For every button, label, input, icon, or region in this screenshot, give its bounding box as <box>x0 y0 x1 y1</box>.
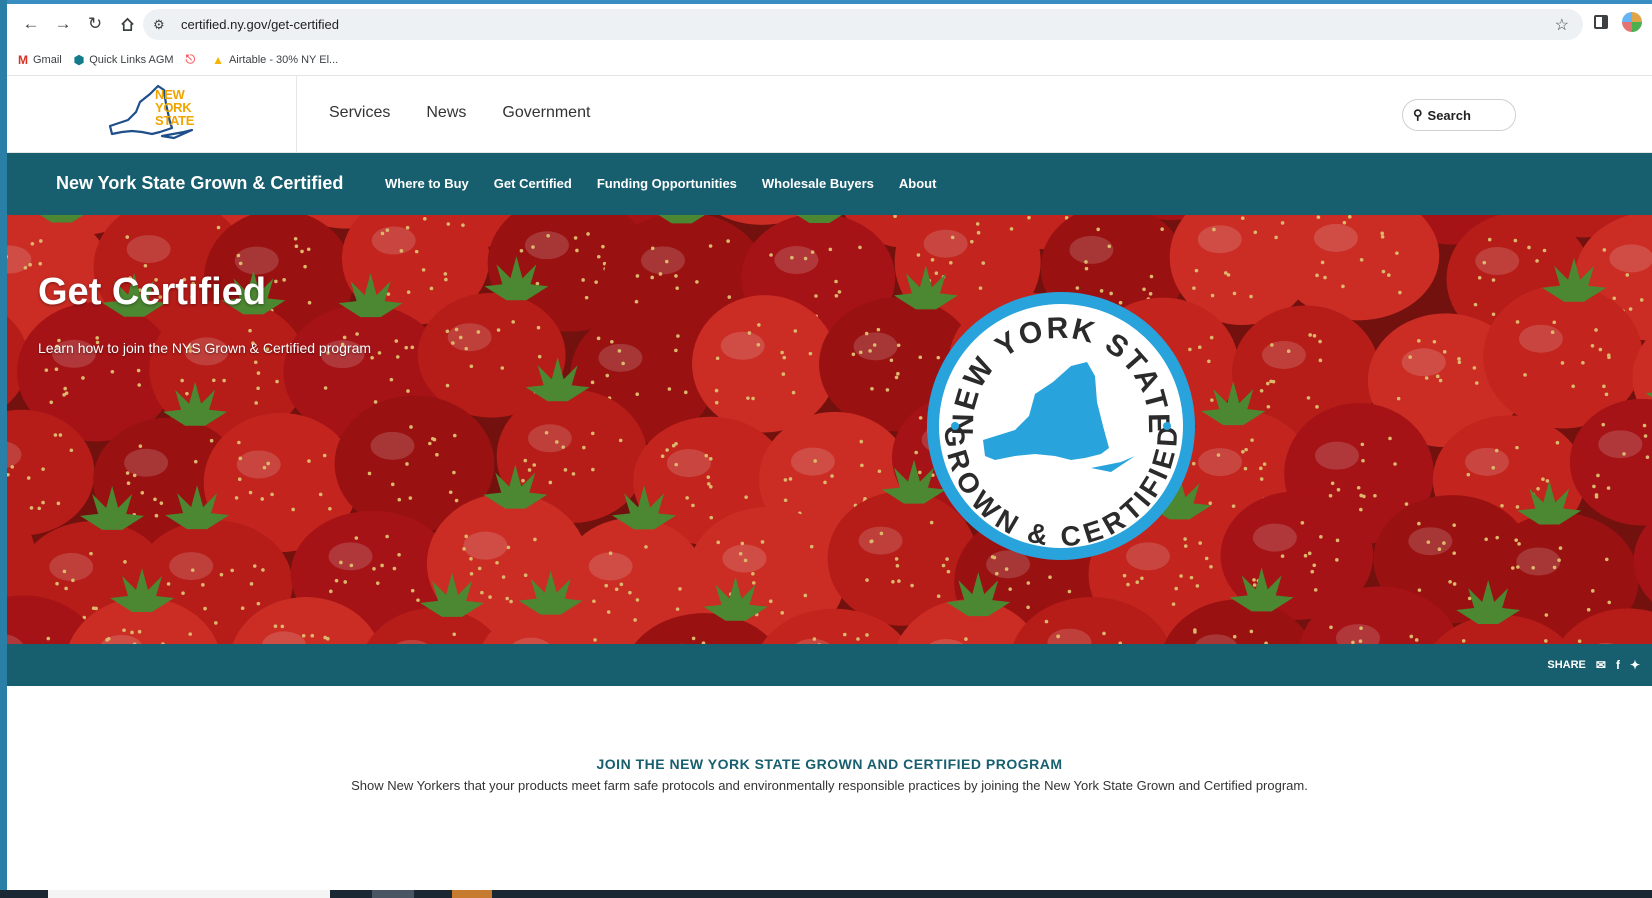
grown-certified-seal: NEW YORK STATE GROWN & CERTIFIED <box>927 292 1195 560</box>
twitter-icon[interactable]: ✦ <box>1630 658 1640 672</box>
airtable-icon: ▲ <box>212 52 224 67</box>
url-text[interactable]: certified.ny.gov/get-certified <box>181 17 339 32</box>
bookmark-label: Airtable - 30% NY El... <box>228 53 339 66</box>
hero-banner: Get Certified Learn how to join the NYS … <box>7 215 1652 644</box>
taskbar-app-icon[interactable] <box>452 890 492 898</box>
section-body: Show New Yorkers that your products meet… <box>351 778 1308 793</box>
side-panel-icon[interactable] <box>1594 15 1608 29</box>
nav-get-certified[interactable]: Get Certified <box>494 176 572 191</box>
bookmark-gmail[interactable]: M Gmail <box>18 53 62 67</box>
section-heading: JOIN THE NEW YORK STATE GROWN AND CERTIF… <box>596 756 1063 772</box>
nav-where-to-buy[interactable]: Where to Buy <box>385 176 469 191</box>
airbnb-icon: ⎋ <box>185 52 196 66</box>
nav-services[interactable]: Services <box>329 104 390 122</box>
search-label: Search <box>1427 107 1471 123</box>
program-title[interactable]: New York State Grown & Certified <box>56 173 343 194</box>
email-icon[interactable]: ✉ <box>1596 658 1606 672</box>
nys-logo-link[interactable]: NEW YORK STATE <box>7 76 297 153</box>
site-settings-icon[interactable]: ⚙ <box>153 17 173 33</box>
taskbar-app-icon[interactable] <box>372 890 414 898</box>
search-icon: ⚲ <box>1413 107 1423 122</box>
program-links: Where to Buy Get Certified Funding Oppor… <box>385 176 936 191</box>
bookmark-label: Gmail <box>33 53 62 66</box>
nav-funding-opportunities[interactable]: Funding Opportunities <box>597 176 737 191</box>
bookmark-star-icon[interactable]: ☆ <box>1555 15 1569 35</box>
nav-government[interactable]: Government <box>502 104 590 122</box>
bookmark-quick-links[interactable]: ⬢ Quick Links AGM <box>74 53 174 67</box>
facebook-icon[interactable]: f <box>1616 658 1620 672</box>
bookmarks-bar: M Gmail ⬢ Quick Links AGM ⎋ ▲ Airtable -… <box>7 44 1652 76</box>
profile-avatar[interactable] <box>1622 12 1642 32</box>
reload-icon[interactable]: ↻ <box>81 10 109 38</box>
quick-links-icon: ⬢ <box>73 52 85 67</box>
bookmark-airtable[interactable]: ▲ Airtable - 30% NY El... <box>212 53 338 67</box>
home-icon[interactable] <box>113 10 141 38</box>
nav-wholesale-buyers[interactable]: Wholesale Buyers <box>762 176 874 191</box>
nav-about[interactable]: About <box>899 176 937 191</box>
back-arrow-icon[interactable]: ← <box>17 10 45 38</box>
nav-news[interactable]: News <box>426 104 466 122</box>
hero-title: Get Certified <box>38 271 267 313</box>
window-frame-left <box>0 0 7 898</box>
search-button[interactable]: ⚲ Search <box>1402 99 1516 131</box>
share-group: SHARE ✉ f ✦ <box>1547 658 1640 672</box>
address-bar[interactable]: ⚙ certified.ny.gov/get-certified ☆ <box>143 9 1583 40</box>
taskbar-search-box[interactable] <box>48 890 330 898</box>
browser-toolbar: ← → ↻ ⚙ certified.ny.gov/get-certified ☆ <box>7 4 1652 44</box>
nys-header: NEW YORK STATE Services News Government … <box>7 76 1652 153</box>
share-label: SHARE <box>1547 659 1586 671</box>
logo-line-state: STATE <box>155 113 195 128</box>
forward-arrow-icon[interactable]: → <box>49 10 77 38</box>
gmail-icon: M <box>18 52 28 67</box>
browser-window: ← → ↻ ⚙ certified.ny.gov/get-certified ☆… <box>7 4 1652 890</box>
bookmark-label: Quick Links AGM <box>89 53 174 66</box>
program-nav: New York State Grown & Certified Where t… <box>7 153 1652 215</box>
hero-subtitle: Learn how to join the NYS Grown & Certif… <box>38 340 372 356</box>
bookmark-airbnb[interactable]: ⎋ <box>186 52 201 67</box>
nys-logo-text: NEW YORK STATE <box>155 88 194 127</box>
nys-main-nav: Services News Government <box>329 104 590 122</box>
share-bar: SHARE ✉ f ✦ <box>7 644 1652 686</box>
